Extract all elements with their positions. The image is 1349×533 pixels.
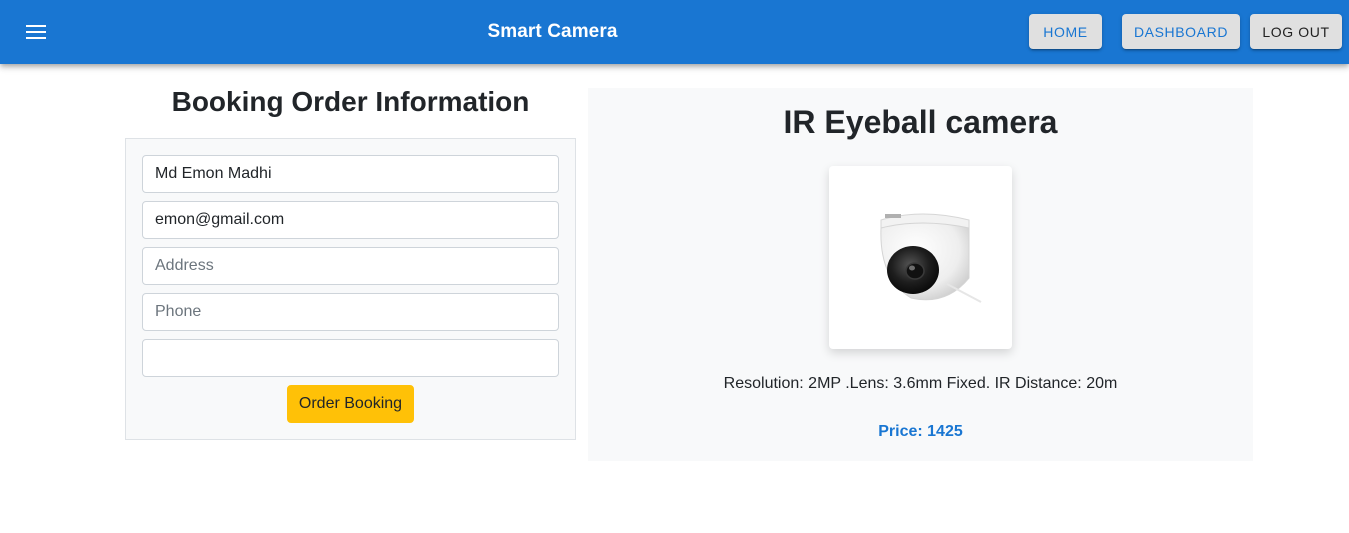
app-bar: Smart Camera HOME DASHBOARD LOG OUT [0, 0, 1349, 64]
product-price: Price: 1425 [878, 423, 963, 440]
order-booking-button[interactable]: Order Booking [287, 385, 414, 423]
dome-camera-icon [879, 213, 981, 303]
email-field[interactable] [142, 201, 559, 239]
product-card: IR Eyeball camera Resolution: 2MP .Lens:… [588, 88, 1253, 461]
camera-image [829, 166, 1012, 349]
home-button[interactable]: HOME [1029, 14, 1102, 49]
product-title: IR Eyeball camera [783, 104, 1058, 140]
dashboard-button[interactable]: DASHBOARD [1122, 14, 1240, 49]
booking-form: Order Booking [125, 138, 576, 440]
logout-button[interactable]: LOG OUT [1250, 14, 1342, 49]
booking-heading: Booking Order Information [171, 86, 530, 117]
app-title: Smart Camera [487, 21, 618, 42]
name-field[interactable] [142, 155, 559, 193]
product-description: Resolution: 2MP .Lens: 3.6mm Fixed. IR D… [723, 375, 1118, 392]
address-field[interactable] [142, 247, 559, 285]
product-field[interactable] [142, 339, 559, 377]
phone-field[interactable] [142, 293, 559, 331]
